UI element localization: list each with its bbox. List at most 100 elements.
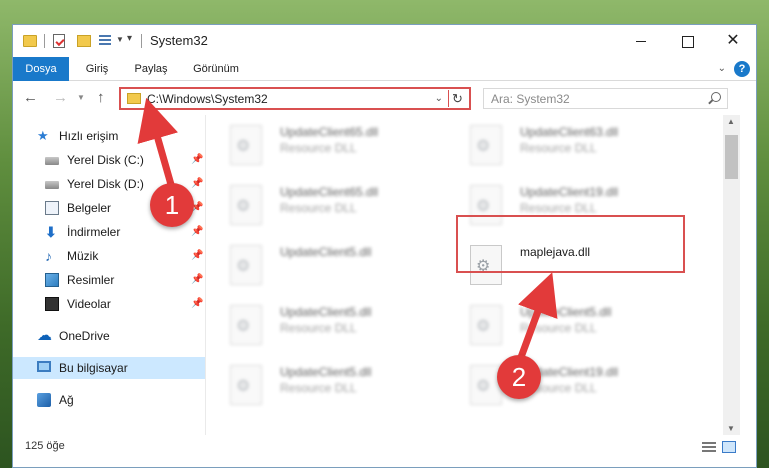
dll-file-icon xyxy=(230,365,262,405)
file-list: UpdateClient65.dll Resource DLL UpdateCl… xyxy=(206,115,723,435)
network-icon xyxy=(37,393,51,407)
file-type: Resource DLL xyxy=(280,381,357,395)
tab-share[interactable]: Paylaş xyxy=(123,57,179,81)
dll-file-icon xyxy=(230,245,262,285)
file-name: UpdateClient5.dll xyxy=(280,245,372,259)
ribbon: Dosya Giriş Paylaş Görünüm ⌄ ? xyxy=(13,57,756,81)
up-arrow-icon[interactable]: ↑ xyxy=(97,89,105,106)
file-tile[interactable]: UpdateClient63.dll Resource DLL xyxy=(446,115,671,171)
step-badge-1: 1 xyxy=(150,183,194,227)
scroll-down-icon[interactable]: ▼ xyxy=(727,424,735,433)
address-bar[interactable]: C:\Windows\System32 ⌄ ↻ xyxy=(119,87,471,110)
sidebar-item-label: Yerel Disk (C:) xyxy=(67,153,144,167)
refresh-icon[interactable]: ↻ xyxy=(448,90,466,107)
window-title: System32 xyxy=(150,33,208,48)
star-icon: ★ xyxy=(37,128,49,143)
sidebar-item-label: İndirmeler xyxy=(67,225,121,239)
sidebar-item-label: Belgeler xyxy=(67,201,112,215)
close-button[interactable]: ✕ xyxy=(710,25,756,57)
sidebar-item-this-pc[interactable]: Bu bilgisayar xyxy=(13,357,205,379)
file-name: UpdateClient65.dll xyxy=(280,125,379,139)
sidebar-item-onedrive[interactable]: ☁ OneDrive xyxy=(13,325,205,347)
file-type: Resource DLL xyxy=(520,321,597,335)
vertical-scrollbar[interactable]: ▲ ▼ xyxy=(723,115,740,435)
file-name: UpdateClient5.dll xyxy=(520,305,612,319)
item-count: 125 öğe xyxy=(25,440,65,452)
details-view-icon[interactable] xyxy=(702,442,716,452)
expand-ribbon-icon[interactable]: ⌄ xyxy=(718,63,726,74)
customize-toolbar-icon[interactable]: ▾ xyxy=(127,33,132,49)
file-tile[interactable]: UpdateClient65.dll Resource DLL xyxy=(206,115,431,171)
file-tile[interactable]: UpdateClient65.dll Resource DLL xyxy=(206,175,431,231)
pin-icon[interactable]: 📌 xyxy=(191,226,203,237)
music-icon: ♪ xyxy=(45,248,52,264)
address-path[interactable]: C:\Windows\System32 xyxy=(147,92,268,106)
tiles-view-icon[interactable] xyxy=(722,441,736,453)
sidebar-item-label: Videolar xyxy=(67,297,111,311)
cloud-icon: ☁ xyxy=(37,327,52,344)
new-folder-icon[interactable] xyxy=(77,35,91,47)
tab-home[interactable]: Giriş xyxy=(71,57,123,81)
scroll-up-icon[interactable]: ▲ xyxy=(727,117,735,126)
back-arrow-icon[interactable]: ← xyxy=(23,89,38,106)
properties-icon[interactable] xyxy=(53,34,65,48)
pin-icon[interactable]: 📌 xyxy=(191,250,203,261)
pictures-icon xyxy=(45,273,59,287)
forward-arrow-icon[interactable]: → xyxy=(53,89,68,106)
help-icon[interactable]: ? xyxy=(734,61,750,77)
sidebar-item-pictures[interactable]: Resimler 📌 xyxy=(13,269,205,291)
file-tile[interactable]: UpdateClient5.dll xyxy=(206,235,431,291)
sidebar-item-label: Resimler xyxy=(67,273,115,287)
downloads-icon: ⬇ xyxy=(45,224,57,240)
file-name: UpdateClient63.dll xyxy=(520,125,619,139)
chevron-down-icon[interactable]: ⌄ xyxy=(435,93,443,104)
minimize-button[interactable] xyxy=(618,25,664,57)
tab-view[interactable]: Görünüm xyxy=(179,57,253,81)
sidebar-item-label: Hızlı erişim xyxy=(59,129,119,143)
tab-file[interactable]: Dosya xyxy=(13,57,69,81)
pin-icon[interactable]: 📌 xyxy=(191,298,203,309)
search-icon[interactable] xyxy=(711,92,721,102)
divider xyxy=(141,34,142,48)
file-type: Resource DLL xyxy=(520,201,597,215)
pin-icon[interactable]: 📌 xyxy=(191,178,203,189)
search-input[interactable] xyxy=(484,89,704,108)
folder-icon xyxy=(23,35,37,47)
pin-icon[interactable]: 📌 xyxy=(191,154,203,165)
divider xyxy=(44,34,45,48)
chevron-down-icon[interactable]: ▼ xyxy=(116,35,124,51)
sidebar-item-quick-access[interactable]: ★ Hızlı erişim xyxy=(13,125,205,147)
search-box[interactable] xyxy=(483,88,728,109)
file-name: UpdateClient19.dll xyxy=(520,185,619,199)
navigation-bar: ← → ▼ ↑ C:\Windows\System32 ⌄ ↻ xyxy=(13,81,756,115)
drive-icon xyxy=(45,157,59,165)
sidebar-item-label: Yerel Disk (D:) xyxy=(67,177,144,191)
status-bar: 125 öğe xyxy=(13,435,756,459)
maximize-button[interactable] xyxy=(664,25,710,57)
title-bar: ▼ ▾ System32 ✕ xyxy=(13,25,756,57)
sidebar-item-music[interactable]: ♪ Müzik 📌 xyxy=(13,245,205,267)
documents-icon xyxy=(45,201,59,215)
file-tile[interactable]: UpdateClient5.dll Resource DLL xyxy=(206,295,431,351)
dll-file-icon xyxy=(230,125,262,165)
computer-icon xyxy=(37,361,51,372)
dll-file-icon xyxy=(470,305,502,345)
file-name: UpdateClient5.dll xyxy=(280,305,372,319)
file-type: Resource DLL xyxy=(280,141,357,155)
file-type: Resource DLL xyxy=(280,201,357,215)
sidebar-item-videos[interactable]: Videolar 📌 xyxy=(13,293,205,315)
dll-file-icon xyxy=(230,305,262,345)
sidebar-item-local-disk-c[interactable]: Yerel Disk (C:) 📌 xyxy=(13,149,205,171)
view-icon[interactable] xyxy=(99,35,111,47)
sidebar-item-network[interactable]: Ağ xyxy=(13,389,205,411)
file-type: Resource DLL xyxy=(520,141,597,155)
drive-icon xyxy=(45,181,59,189)
file-tile[interactable]: UpdateClient5.dll Resource DLL xyxy=(206,355,431,411)
file-tile[interactable]: UpdateClient19.dll Resource DLL xyxy=(446,355,671,411)
sidebar-item-label: OneDrive xyxy=(59,329,110,343)
dll-file-icon xyxy=(470,125,502,165)
recent-locations-icon[interactable]: ▼ xyxy=(77,93,85,102)
file-tile[interactable]: UpdateClient5.dll Resource DLL xyxy=(446,295,671,351)
scroll-thumb[interactable] xyxy=(725,135,738,179)
pin-icon[interactable]: 📌 xyxy=(191,274,203,285)
